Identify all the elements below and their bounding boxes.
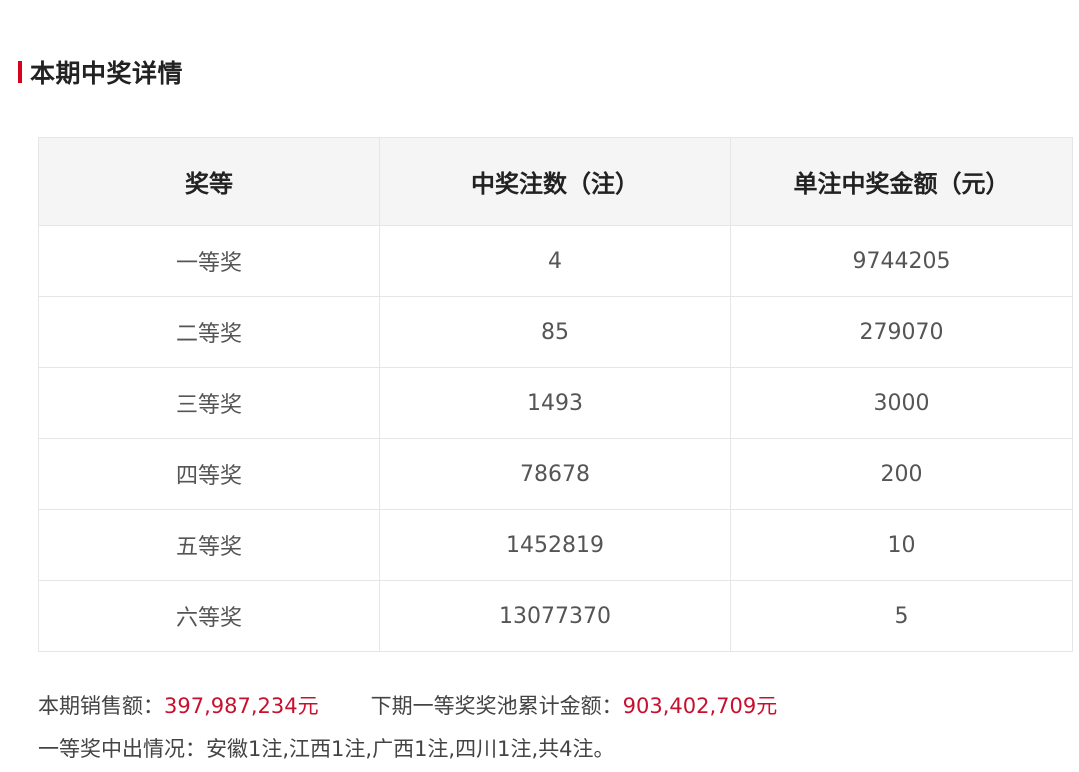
pool-value: 903,402,709元 bbox=[622, 694, 778, 718]
title-accent-bar bbox=[18, 61, 22, 83]
prize-table-body: 一等奖 4 9744205 二等奖 85 279070 三等奖 1493 300… bbox=[38, 225, 1073, 652]
cell-prize-level: 四等奖 bbox=[38, 438, 380, 510]
cell-winning-count: 1493 bbox=[379, 367, 731, 439]
sales-value: 397,987,234元 bbox=[164, 694, 319, 718]
prize-table-header: 奖等 中奖注数（注） 单注中奖金额（元） bbox=[38, 137, 1073, 226]
section-title: 本期中奖详情 bbox=[18, 54, 183, 90]
cell-prize-amount: 5 bbox=[730, 580, 1073, 652]
cell-winning-count: 85 bbox=[379, 296, 731, 368]
header-row: 奖等 中奖注数（注） 单注中奖金额（元） bbox=[38, 137, 1073, 226]
header-prize-level: 奖等 bbox=[38, 137, 380, 226]
cell-prize-amount: 10 bbox=[730, 509, 1073, 581]
table-row: 三等奖 1493 3000 bbox=[38, 367, 1073, 439]
sales-summary: 本期销售额：397,987,234元 下期一等奖奖池累计金额：903,402,70… bbox=[38, 690, 777, 720]
cell-winning-count: 78678 bbox=[379, 438, 731, 510]
table-row: 五等奖 1452819 10 bbox=[38, 509, 1073, 581]
cell-winning-count: 4 bbox=[379, 225, 731, 297]
prize-table: 奖等 中奖注数（注） 单注中奖金额（元） 一等奖 4 9744205 二等奖 8… bbox=[38, 137, 1073, 652]
sales-label: 本期销售额： bbox=[38, 694, 164, 718]
pool-label: 下期一等奖奖池累计金额： bbox=[370, 694, 623, 718]
table-row: 六等奖 13077370 5 bbox=[38, 580, 1073, 652]
table-row: 一等奖 4 9744205 bbox=[38, 225, 1073, 297]
cell-prize-amount: 279070 bbox=[730, 296, 1073, 368]
table-row: 四等奖 78678 200 bbox=[38, 438, 1073, 510]
cell-winning-count: 1452819 bbox=[379, 509, 731, 581]
header-prize-amount: 单注中奖金额（元） bbox=[730, 137, 1073, 226]
cell-prize-level: 二等奖 bbox=[38, 296, 380, 368]
header-winning-count: 中奖注数（注） bbox=[379, 137, 731, 226]
cell-prize-amount: 3000 bbox=[730, 367, 1073, 439]
cell-prize-amount: 9744205 bbox=[730, 225, 1073, 297]
cell-winning-count: 13077370 bbox=[379, 580, 731, 652]
cell-prize-amount: 200 bbox=[730, 438, 1073, 510]
table-row: 二等奖 85 279070 bbox=[38, 296, 1073, 368]
cell-prize-level: 三等奖 bbox=[38, 367, 380, 439]
cell-prize-level: 一等奖 bbox=[38, 225, 380, 297]
first-prize-winners: 一等奖中出情况：安徽1注,江西1注,广西1注,四川1注,共4注。 bbox=[38, 737, 615, 761]
section-title-text: 本期中奖详情 bbox=[30, 59, 184, 88]
cell-prize-level: 五等奖 bbox=[38, 509, 380, 581]
cell-prize-level: 六等奖 bbox=[38, 580, 380, 652]
